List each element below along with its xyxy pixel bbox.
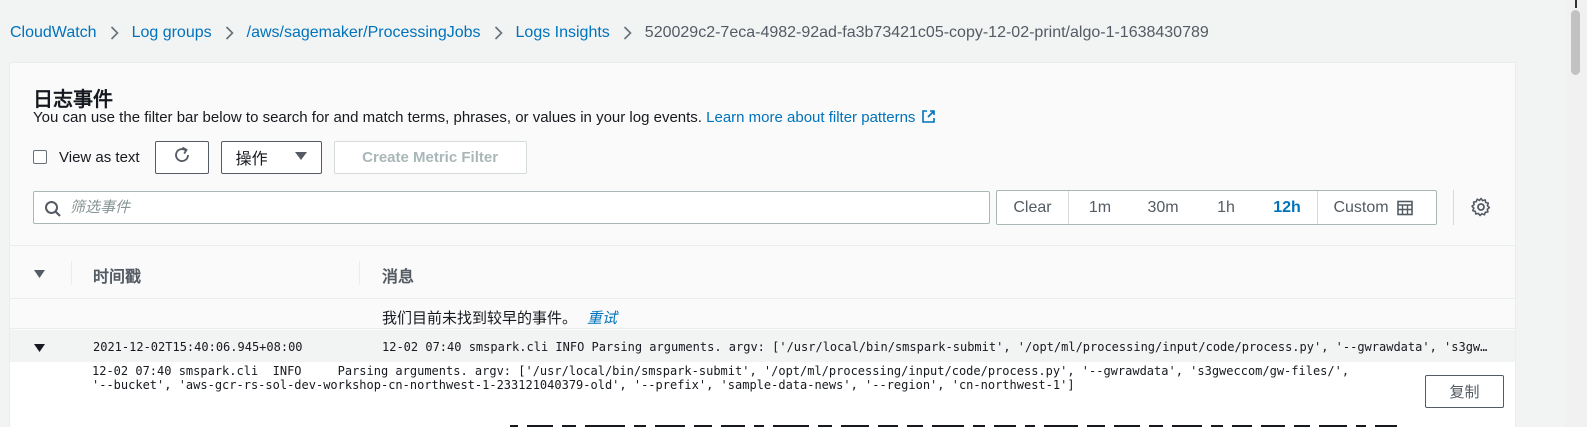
panel-description: You can use the filter bar below to sear… (33, 109, 936, 128)
notice-text: 我们目前未找到较早的事件。 (382, 310, 578, 327)
caret-down-icon (294, 148, 307, 166)
refresh-icon (172, 145, 192, 170)
chevron-right-icon (225, 26, 234, 40)
event-full-message: 12-02 07:40 smspark.cli INFO Parsing arg… (92, 364, 1350, 392)
breadcrumb: CloudWatch Log groups /aws/sagemaker/Pro… (10, 22, 1209, 44)
search-icon (44, 200, 62, 223)
event-timestamp: 2021-12-02T15:40:06.945+08:00 (93, 340, 303, 354)
event-message: 12-02 07:40 smspark.cli INFO Parsing arg… (382, 340, 1492, 354)
scrollbar-mark (1575, 0, 1577, 8)
event-detail: 12-02 07:40 smspark.cli INFO Parsing arg… (10, 362, 1515, 427)
breadcrumb-log-groups[interactable]: Log groups (132, 24, 212, 42)
scrollbar-thumb[interactable] (1571, 10, 1580, 75)
no-older-events-row: 我们目前未找到较早的事件。 重试 (10, 300, 1515, 329)
time-option-12h[interactable]: 12h (1257, 191, 1317, 224)
expand-all-caret-icon[interactable] (34, 266, 45, 284)
column-divider (359, 261, 360, 285)
filter-events-input[interactable] (70, 196, 970, 219)
external-link-icon (921, 109, 936, 128)
breadcrumb-log-group[interactable]: /aws/sagemaker/ProcessingJobs (247, 24, 481, 42)
custom-label: Custom (1333, 198, 1389, 216)
description-text: You can use the filter bar below to sear… (33, 109, 702, 126)
time-option-30m[interactable]: 30m (1131, 191, 1195, 224)
copy-button[interactable]: 复制 (1425, 375, 1504, 408)
time-clear-button[interactable]: Clear (997, 191, 1069, 224)
panel-title: 日志事件 (33, 89, 113, 111)
column-header-timestamp: 时间戳 (93, 269, 142, 286)
learn-more-link[interactable]: Learn more about filter patterns (706, 109, 936, 126)
time-option-1m[interactable]: 1m (1069, 191, 1131, 224)
learn-more-label: Learn more about filter patterns (706, 109, 916, 126)
breadcrumb-logs-insights[interactable]: Logs Insights (516, 24, 610, 42)
filter-search-box (33, 191, 990, 224)
breadcrumb-current: 520029c2-7eca-4982-92ad-fa3b73421c05-cop… (644, 24, 1209, 41)
time-option-1h[interactable]: 1h (1195, 191, 1257, 224)
log-events-panel: 日志事件 You can use the filter bar below to… (9, 62, 1516, 427)
table-header: 时间戳 消息 (10, 246, 1515, 299)
no-older-events-notice: 我们目前未找到较早的事件。 重试 (382, 307, 617, 328)
gear-icon[interactable] (1471, 197, 1491, 222)
retry-link[interactable]: 重试 (587, 310, 617, 327)
time-custom-button[interactable]: Custom (1317, 191, 1428, 224)
table-row[interactable]: 2021-12-02T15:40:06.945+08:00 12-02 07:4… (10, 330, 1515, 362)
clipped-next-row-text (510, 420, 1520, 427)
column-header-message: 消息 (382, 269, 415, 286)
refresh-button[interactable] (154, 140, 209, 174)
chevron-right-icon (494, 26, 503, 40)
create-metric-filter-button[interactable]: Create Metric Filter (333, 140, 527, 174)
row-collapse-caret-icon[interactable] (34, 340, 45, 358)
toolbar: View as text 操作 Create Metric Filter (33, 140, 539, 174)
breadcrumb-cloudwatch[interactable]: CloudWatch (10, 24, 97, 42)
time-range-selector: Clear 1m 30m 1h 12h Custom (996, 190, 1437, 225)
column-divider (71, 261, 72, 285)
toolbar-divider (1453, 190, 1454, 225)
actions-label: 操作 (235, 151, 268, 168)
chevron-right-icon (110, 26, 119, 40)
page-scrollbar[interactable] (1565, 0, 1587, 427)
view-as-text-checkbox[interactable] (33, 150, 47, 164)
chevron-right-icon (623, 26, 632, 40)
view-as-text-label[interactable]: View as text (59, 149, 140, 166)
calendar-icon (1396, 200, 1413, 216)
actions-dropdown-button[interactable]: 操作 (220, 140, 322, 174)
